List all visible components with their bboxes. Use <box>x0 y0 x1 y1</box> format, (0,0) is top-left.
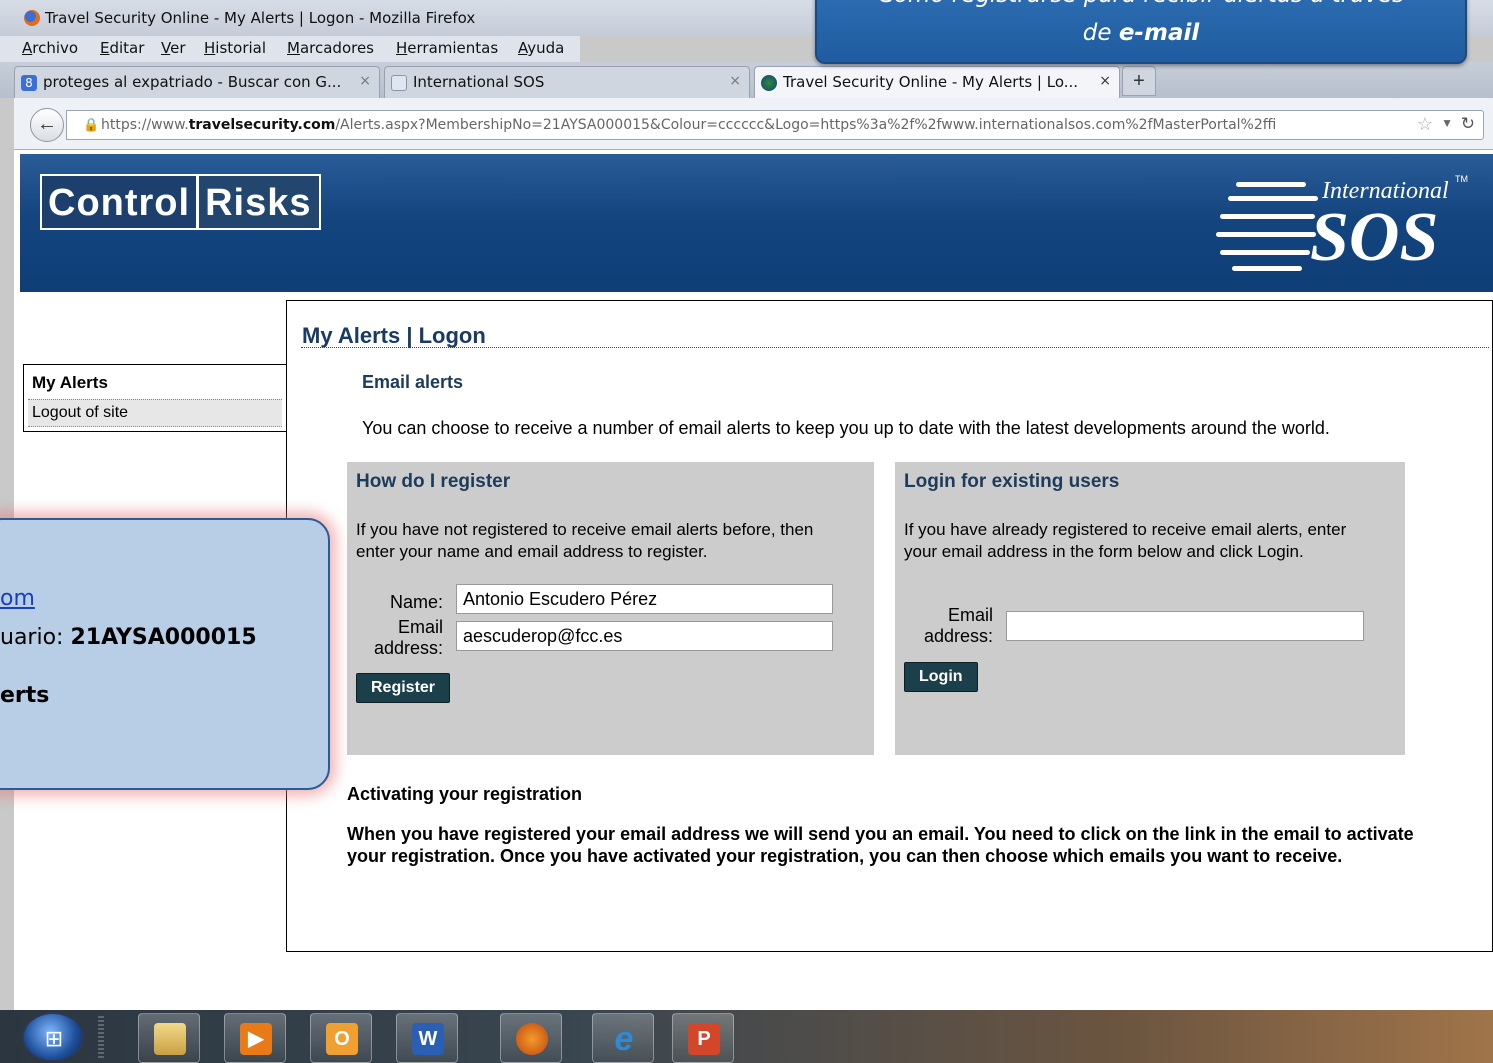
page-icon <box>391 75 407 91</box>
callout-alerts: erts <box>0 683 50 708</box>
login-email-label: Email address: <box>923 605 993 646</box>
powerpoint-icon[interactable]: P <box>672 1013 734 1063</box>
register-title: How do I register <box>356 471 511 492</box>
google-icon: 8 <box>21 75 37 91</box>
firefox-icon <box>24 10 40 26</box>
window-title: Travel Security Online - My Alerts | Log… <box>45 9 476 27</box>
top-callout-line2: de e-mail <box>1082 20 1200 46</box>
start-orb-icon[interactable]: ⊞ <box>22 1012 84 1062</box>
register-panel: How do I register If you have not regist… <box>347 462 874 755</box>
word-icon[interactable]: W <box>396 1013 458 1063</box>
email-label: Email address: <box>373 617 443 658</box>
internet-explorer-icon[interactable]: e <box>592 1013 654 1063</box>
url-bar[interactable]: 🔒 https://www.travelsecurity.com/Alerts.… <box>66 110 1484 140</box>
taskbar-gripper <box>98 1016 104 1060</box>
left-callout: om uario: 21AYSA000015 erts <box>0 518 330 790</box>
section-heading: Email alerts <box>362 372 464 392</box>
register-button[interactable]: Register <box>356 673 451 703</box>
menu-herramientas[interactable]: Herramientas <box>396 39 498 57</box>
intro-text: You can choose to receive a number of em… <box>362 418 1330 438</box>
tab-international-sos[interactable]: International SOS × <box>384 66 750 98</box>
explorer-icon[interactable] <box>138 1013 200 1063</box>
back-button[interactable]: ← <box>30 108 64 142</box>
outlook-icon[interactable]: O <box>310 1013 372 1063</box>
navigation-bar: ← 🔒 https://www.travelsecurity.com/Alert… <box>14 98 1493 150</box>
name-label: Name: <box>389 592 443 612</box>
sidebar-title: My Alerts <box>32 373 108 392</box>
close-tab-icon[interactable]: × <box>729 73 741 89</box>
callout-user: uario: 21AYSA000015 <box>0 625 257 650</box>
media-player-icon[interactable]: ▶ <box>224 1013 286 1063</box>
name-input[interactable] <box>456 584 833 614</box>
menu-editar[interactable]: Editar <box>100 39 144 57</box>
url-path: /Alerts.aspx?MembershipNo=21AYSA000015&C… <box>335 117 1277 133</box>
logout-link[interactable]: Logout of site <box>28 399 282 427</box>
menu-marcadores[interactable]: Marcadores <box>287 39 374 57</box>
tab-travel-security[interactable]: Travel Security Online - My Alerts | Lo.… <box>754 66 1120 98</box>
url-domain: https://www.travelsecurity.com <box>101 117 336 133</box>
lock-icon: 🔒 <box>83 117 100 132</box>
globe-icon <box>761 75 777 91</box>
reload-icon[interactable]: ↻ <box>1461 114 1475 134</box>
register-text: If you have not registered to receive em… <box>356 520 814 561</box>
activating-title: Activating your registration <box>347 784 583 804</box>
firefox-icon[interactable] <box>500 1013 562 1063</box>
login-panel: Login for existing users If you have alr… <box>895 462 1405 755</box>
tab-google-search[interactable]: 8 proteges al expatriado - Buscar con G.… <box>14 66 380 98</box>
email-input[interactable] <box>456 621 833 651</box>
menu-bar: Archivo Editar Ver Historial Marcadores … <box>0 36 580 62</box>
menu-ver[interactable]: Ver <box>161 39 186 57</box>
control-risks-logo: Control Risks <box>40 174 322 230</box>
login-title: Login for existing users <box>904 471 1120 492</box>
menu-historial[interactable]: Historial <box>204 39 266 57</box>
sidebar-menu: My Alerts Logout of site <box>23 364 287 432</box>
login-email-input[interactable] <box>1006 611 1364 641</box>
close-tab-icon[interactable]: × <box>1099 73 1111 89</box>
login-button[interactable]: Login <box>904 662 978 692</box>
menu-ayuda[interactable]: Ayuda <box>518 39 564 57</box>
bookmark-star-icon[interactable]: ☆ <box>1417 114 1433 135</box>
divider <box>301 347 1489 348</box>
close-tab-icon[interactable]: × <box>359 73 371 89</box>
url-text: https://www.travelsecurity.com/Alerts.as… <box>101 117 1441 133</box>
new-tab-button[interactable]: + <box>1122 66 1156 96</box>
activating-text: When you have registered your email addr… <box>347 824 1414 866</box>
international-sos-logo: International TM SOS <box>1210 174 1470 276</box>
tab-bar: 8 proteges al expatriado - Buscar con G.… <box>0 62 1493 98</box>
top-callout: Cómo registrarse para recibir alertas a … <box>815 0 1467 64</box>
page-title: My Alerts | Logon <box>302 323 486 348</box>
chevron-down-icon[interactable]: ▼ <box>1441 116 1453 130</box>
login-text: If you have already registered to receiv… <box>904 520 1347 561</box>
main-content: My Alerts | Logon Email alerts You can c… <box>286 300 1493 952</box>
callout-link[interactable]: om <box>0 586 35 611</box>
top-callout-line1: Cómo registrarse para recibir alertas a … <box>817 0 1465 8</box>
site-banner: Control Risks International TM SOS <box>20 154 1493 292</box>
menu-archivo[interactable]: Archivo <box>22 39 78 57</box>
